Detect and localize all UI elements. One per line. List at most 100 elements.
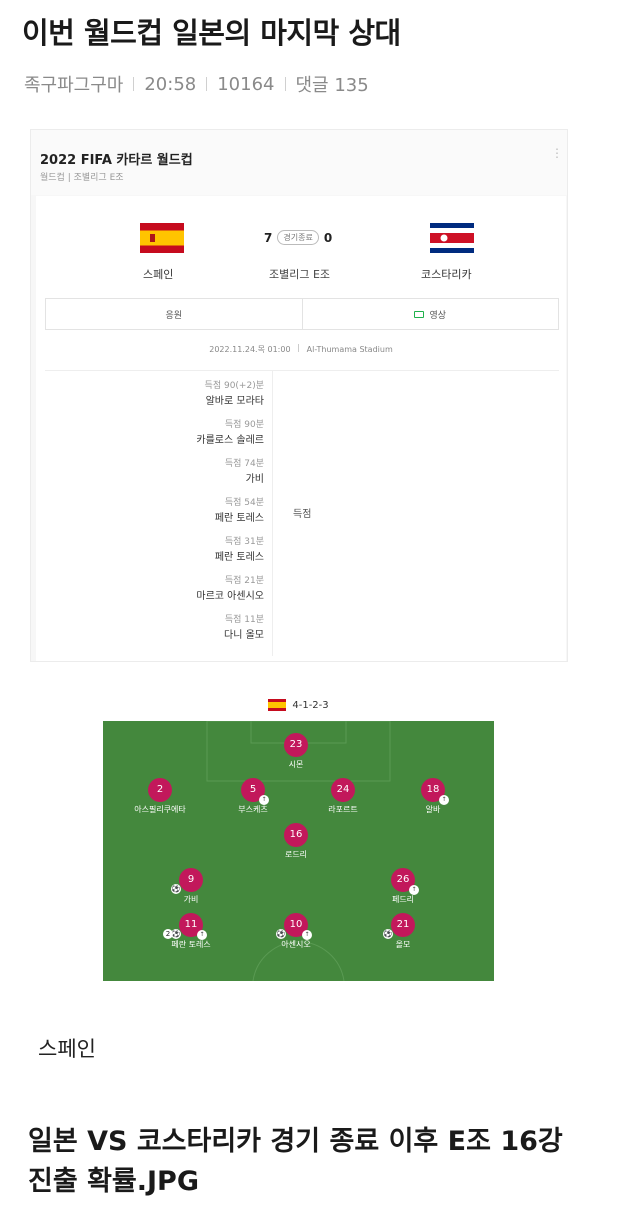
post-title: 이번 월드컵 일본의 마지막 상대	[22, 16, 401, 50]
goal-entry: 득점 90분 카를로스 솔레르	[196, 417, 264, 446]
lineup-player[interactable]: 11 ↑ ⚽ 2 페란 토레스	[156, 913, 226, 950]
action-buttons: 응원 영상	[45, 298, 559, 330]
player-name: 알바	[425, 805, 441, 814]
goal-scorer[interactable]: 마르코 아센시오	[196, 587, 264, 602]
substitution-icon: ↑	[409, 885, 419, 895]
competition-subtitle: 월드컵 | 조별리그 E조	[40, 173, 124, 183]
player-number: 21 ⚽	[383, 913, 415, 939]
more-options-icon[interactable]: ⋮	[551, 146, 563, 160]
comment-count-link[interactable]: 댓글 135	[296, 71, 369, 97]
player-name: 부스케츠	[238, 805, 268, 814]
formation-bar: 4-1-2-3	[103, 689, 494, 721]
lineup-player[interactable]: 18 ↑ 알바	[398, 778, 468, 815]
player-number: 23	[284, 733, 308, 757]
player-number: 9 ⚽	[171, 868, 203, 894]
goal-ball-icon: ⚽	[171, 884, 181, 894]
player-number: 16	[284, 823, 308, 847]
goal-time: 득점 90분	[224, 420, 264, 430]
goal-list: 득점 90(+2)분 알바로 모라타 득점 90분 카를로스 솔레르 득점 74분 가비 득…	[45, 370, 559, 656]
goal-scorer[interactable]: 페란 토레스	[215, 509, 264, 524]
lineup-panel: 4-1-2-3 23 시몬 2 아스필리쿠에타 5 ↑ 부스케츠 24 라포르트 18 ↑ 알바 16 로…	[103, 689, 494, 981]
home-team-name[interactable]: 스페인	[143, 266, 173, 282]
match-group: 조별리그 E조	[269, 268, 331, 281]
away-team-name[interactable]: 코스타리카	[421, 266, 472, 282]
goal-scorer[interactable]: 알바로 모라타	[205, 392, 264, 407]
lineup-player[interactable]: 2 아스필리쿠에타	[125, 778, 195, 815]
goal-time: 득점 31분	[224, 537, 264, 547]
goal-scorer[interactable]: 다니 올모	[224, 626, 264, 641]
section-headline: 일본 VS 코스타리카 경기 종료 이후 E조 16강 진출 확률.JPG	[28, 1126, 563, 1197]
home-goals-column: 득점 90(+2)분 알바로 모라타 득점 90분 카를로스 솔레르 득점 74분 가비 득…	[45, 371, 273, 656]
score: 7 경기종료 0	[264, 230, 332, 245]
player-name: 아센시오	[281, 940, 311, 949]
player-number: 10 ↑ ⚽	[276, 913, 312, 940]
goal-scorer[interactable]: 카를로스 솔레르	[196, 431, 264, 446]
divider	[133, 77, 135, 91]
player-number: 11 ↑ ⚽ 2	[163, 913, 207, 940]
pitch: 23 시몬 2 아스필리쿠에타 5 ↑ 부스케츠 24 라포르트 18 ↑ 알바 16 로드리 9 ⚽ 가비 26…	[103, 721, 494, 981]
player-name: 시몬	[288, 760, 304, 769]
lineup-player[interactable]: 16 로드리	[261, 823, 331, 860]
video-icon	[414, 310, 425, 318]
divider	[284, 77, 286, 91]
player-name: 아스필리쿠에타	[134, 805, 186, 814]
goal-time: 득점 74분	[224, 459, 264, 469]
formation-label: 4-1-2-3	[292, 699, 329, 711]
image-caption: 스페인	[38, 1037, 96, 1061]
goal-entry: 득점 74분 가비	[225, 456, 264, 485]
lineup-player[interactable]: 26 ↑ 페드리	[368, 868, 438, 905]
goal-time: 득점 90(+2)분	[204, 381, 264, 391]
spain-flag-icon	[268, 699, 287, 711]
substitution-icon: ↑	[439, 795, 449, 805]
lineup-player[interactable]: 10 ↑ ⚽ 아센시오	[261, 913, 331, 950]
substitution-icon: ↑	[197, 930, 207, 940]
player-name: 라포르트	[328, 805, 358, 814]
goals-label: 득점	[293, 509, 312, 520]
lineup-player[interactable]: 5 ↑ 부스케츠	[218, 778, 288, 815]
post-time: 20:58	[144, 73, 197, 95]
divider	[206, 77, 208, 91]
lineup-player[interactable]: 23 시몬	[261, 733, 331, 770]
goal-ball-icon: ⚽	[383, 929, 393, 939]
goal-entry: 득점 31분 페란 토레스	[215, 534, 264, 563]
goal-entry: 득점 11분 다니 올모	[224, 612, 264, 641]
substitution-icon: ↑	[259, 795, 269, 805]
goal-entry: 득점 21분 마르코 아센시오	[196, 573, 264, 602]
post-meta: 족구파그구마 20:58 10164 댓글 135	[24, 71, 369, 97]
player-name: 로드리	[284, 850, 308, 859]
goal-ball-icon: ⚽	[276, 929, 286, 939]
player-number: 24	[331, 778, 355, 802]
player-name: 가비	[183, 895, 199, 904]
goal-scorer[interactable]: 가비	[225, 470, 264, 485]
match-datetime: 2022.11.24.목 01:00	[209, 345, 291, 354]
home-score: 7	[264, 230, 273, 245]
cheer-button[interactable]: 응원	[46, 299, 302, 329]
player-name: 올모	[395, 940, 411, 949]
lineup-player[interactable]: 24 라포르트	[308, 778, 378, 815]
author-link[interactable]: 족구파그구마	[24, 71, 123, 97]
goal-time: 득점 11분	[224, 615, 264, 625]
player-number: 2	[148, 778, 172, 802]
goal-entry: 득점 90(+2)분 알바로 모라타	[205, 378, 264, 407]
match-status-badge: 경기종료	[277, 230, 319, 245]
goal-count-icon: 2	[163, 929, 173, 939]
player-number: 5 ↑	[241, 778, 269, 805]
player-name: 페란 토레스	[171, 940, 211, 949]
competition-title: 2022 FIFA 카타르 월드컵	[40, 153, 193, 168]
player-name: 페드리	[391, 895, 415, 904]
video-label: 영상	[429, 310, 447, 321]
spain-flag-icon	[140, 223, 184, 253]
match-panel: 스페인 코스타리카 7 경기종료 0 조별리그 E조 응원 영상 2022.11…	[36, 196, 566, 661]
lineup-player[interactable]: 21 ⚽ 올모	[368, 913, 438, 950]
away-score: 0	[323, 230, 333, 245]
substitution-icon: ↑	[302, 930, 312, 940]
match-dateline: 2022.11.24.목 01:00 Al-Thumama Stadium	[36, 344, 566, 355]
cheer-label: 응원	[165, 310, 183, 321]
goal-scorer[interactable]: 페란 토레스	[215, 548, 264, 563]
stadium: Al-Thumama Stadium	[306, 345, 393, 354]
goal-time: 득점 54분	[224, 498, 264, 508]
costa-rica-flag-icon	[430, 223, 474, 253]
lineup-player[interactable]: 9 ⚽ 가비	[156, 868, 226, 905]
card-header: 2022 FIFA 카타르 월드컵 월드컵 | 조별리그 E조 ⋮	[31, 130, 567, 195]
video-button[interactable]: 영상	[301, 299, 559, 329]
